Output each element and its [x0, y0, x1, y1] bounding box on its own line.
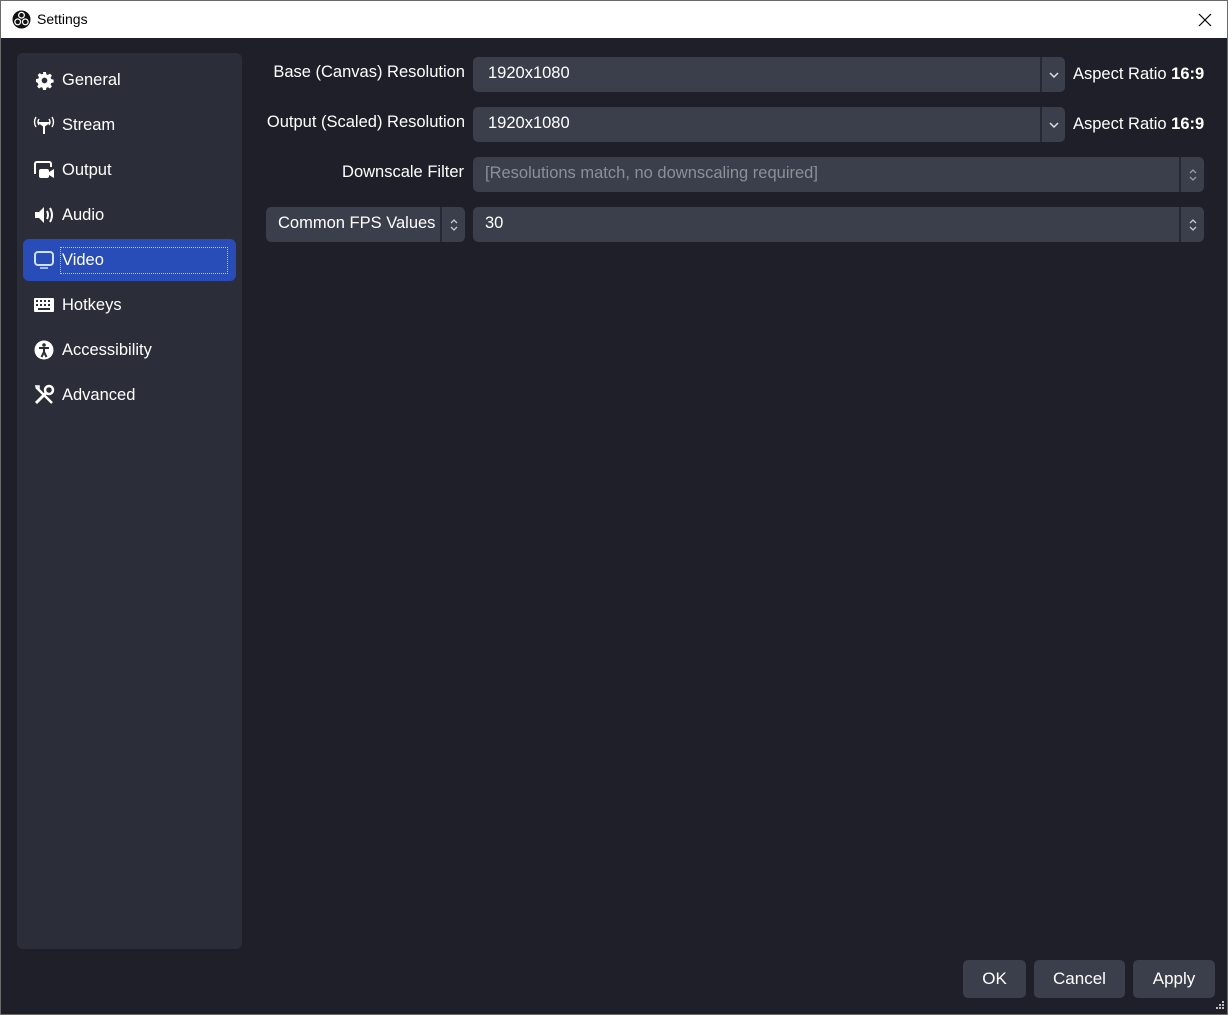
resize-grip-icon[interactable] — [1214, 1001, 1224, 1011]
sidebar-item-label: General — [62, 70, 121, 89]
output-aspect-ratio: Aspect Ratio 16:9 — [1073, 115, 1204, 134]
monitor-icon — [33, 249, 55, 271]
tools-icon — [33, 384, 55, 406]
close-button[interactable] — [1183, 1, 1227, 38]
base-resolution-combo[interactable]: 1920x1080 — [473, 57, 1065, 92]
downscale-filter-combo[interactable]: [Resolutions match, no downscaling requi… — [473, 157, 1204, 192]
base-aspect-ratio: Aspect Ratio 16:9 — [1073, 65, 1204, 84]
base-resolution-label: Base (Canvas) Resolution — [273, 63, 465, 81]
ok-button[interactable]: OK — [963, 960, 1026, 998]
base-resolution-value: 1920x1080 — [488, 64, 570, 82]
speaker-icon — [33, 204, 55, 226]
sidebar-item-label: Advanced — [62, 385, 136, 404]
close-icon — [1198, 13, 1212, 26]
aspect-ratio-value: 16:9 — [1171, 65, 1205, 83]
sidebar-item-general[interactable]: General — [23, 59, 236, 101]
output-resolution-combo[interactable]: 1920x1080 — [473, 107, 1065, 142]
sidebar-item-label: Audio — [62, 205, 105, 224]
window-title: Settings — [37, 11, 88, 27]
aspect-ratio-label: Aspect Ratio — [1073, 115, 1167, 133]
settings-sidebar: General Stream Output Audio Video Hotkey… — [17, 53, 242, 949]
updown-arrows-icon — [440, 207, 465, 242]
apply-button[interactable]: Apply — [1133, 960, 1215, 998]
sidebar-item-audio[interactable]: Audio — [23, 194, 236, 236]
gear-icon — [33, 69, 55, 91]
aspect-ratio-value: 16:9 — [1171, 115, 1205, 133]
fps-value-combo[interactable]: 30 — [473, 207, 1204, 242]
fps-type-combo[interactable]: Common FPS Values — [266, 207, 465, 242]
fps-type-value: Common FPS Values — [278, 214, 436, 232]
cancel-button[interactable]: Cancel — [1034, 960, 1125, 998]
sidebar-item-output[interactable]: Output — [23, 149, 236, 191]
keyboard-icon — [33, 294, 55, 316]
sidebar-item-label: Video — [60, 246, 228, 274]
sidebar-item-label: Accessibility — [62, 340, 152, 359]
settings-window: Settings General Stream Output Audio Vid… — [0, 0, 1228, 1015]
sidebar-item-video[interactable]: Video — [23, 239, 236, 281]
updown-arrows-icon — [1179, 157, 1204, 192]
accessibility-icon — [33, 339, 55, 361]
title-bar: Settings — [1, 1, 1227, 38]
antenna-icon — [33, 114, 55, 136]
sidebar-item-hotkeys[interactable]: Hotkeys — [23, 284, 236, 326]
fps-value: 30 — [485, 214, 504, 232]
downscale-filter-label: Downscale Filter — [342, 163, 464, 181]
downscale-filter-value: [Resolutions match, no downscaling requi… — [485, 164, 818, 182]
aspect-ratio-label: Aspect Ratio — [1073, 65, 1167, 83]
sidebar-item-advanced[interactable]: Advanced — [23, 374, 236, 416]
chevron-down-icon — [1040, 107, 1065, 142]
chevron-down-icon — [1040, 57, 1065, 92]
output-resolution-label: Output (Scaled) Resolution — [266, 113, 465, 131]
sidebar-item-label: Output — [62, 160, 112, 179]
sidebar-item-label: Hotkeys — [62, 295, 122, 314]
sidebar-item-accessibility[interactable]: Accessibility — [23, 329, 236, 371]
updown-arrows-icon — [1179, 207, 1204, 242]
sidebar-item-label: Stream — [62, 115, 116, 134]
sidebar-item-stream[interactable]: Stream — [23, 104, 236, 146]
obs-logo-icon — [12, 10, 31, 29]
output-resolution-value: 1920x1080 — [488, 114, 570, 132]
output-camera-icon — [33, 159, 55, 181]
